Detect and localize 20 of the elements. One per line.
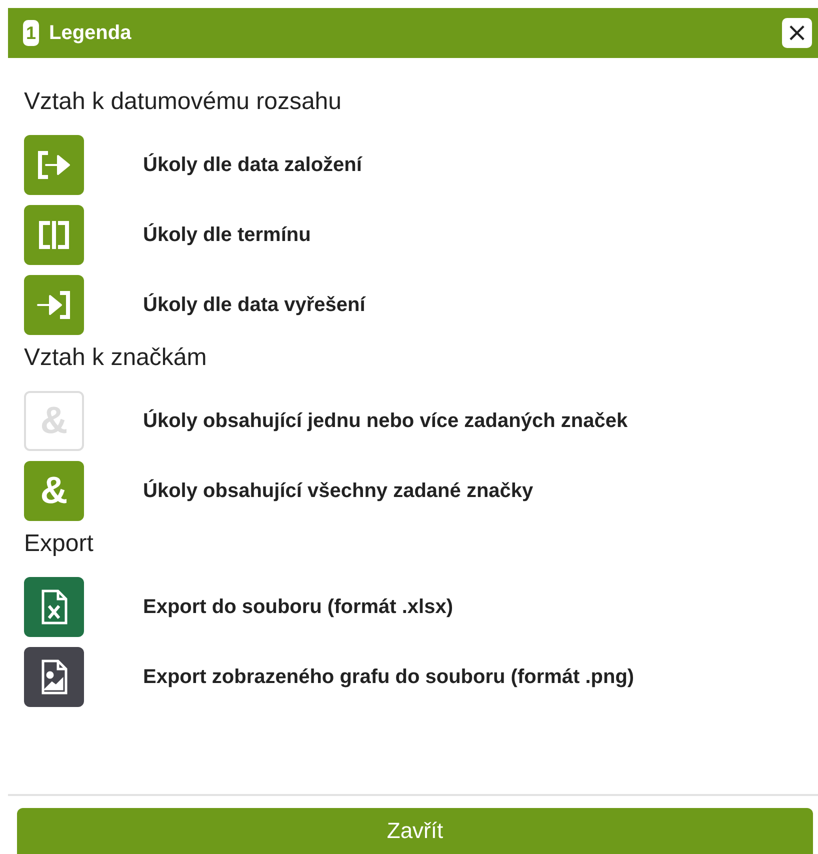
- brackets-icon: [24, 205, 84, 265]
- ampersand-icon: &: [24, 461, 84, 521]
- image-file-icon: [24, 647, 84, 707]
- arrow-bracket-icon: [24, 275, 84, 335]
- bracket-arrow-right-icon: [24, 135, 84, 195]
- spreadsheet-file-icon: [24, 577, 84, 637]
- legend-label: Úkoly obsahující všechny zadané značky: [143, 480, 534, 502]
- close-button[interactable]: ×: [782, 18, 812, 48]
- section-heading: Vztah k značkám: [24, 344, 208, 373]
- legend-label: Úkoly dle data založení: [143, 154, 362, 176]
- legend-label: Úkoly dle termínu: [143, 224, 311, 246]
- section-heading: Vztah k datumovému rozsahu: [24, 88, 342, 117]
- section-heading: Export: [24, 530, 94, 559]
- logo-icon: 1: [23, 20, 39, 46]
- legend-label: Export zobrazeného grafu do souboru (formát .png): [143, 666, 634, 688]
- window-title: Legenda: [49, 22, 132, 44]
- legend-label: Úkoly obsahující jednu nebo více zadaných značek: [143, 410, 628, 432]
- legend-label: Export do souboru (formát .xlsx): [143, 596, 454, 618]
- ampersand-icon: &: [24, 391, 84, 451]
- legend-label: Úkoly dle data vyřešení: [143, 294, 366, 316]
